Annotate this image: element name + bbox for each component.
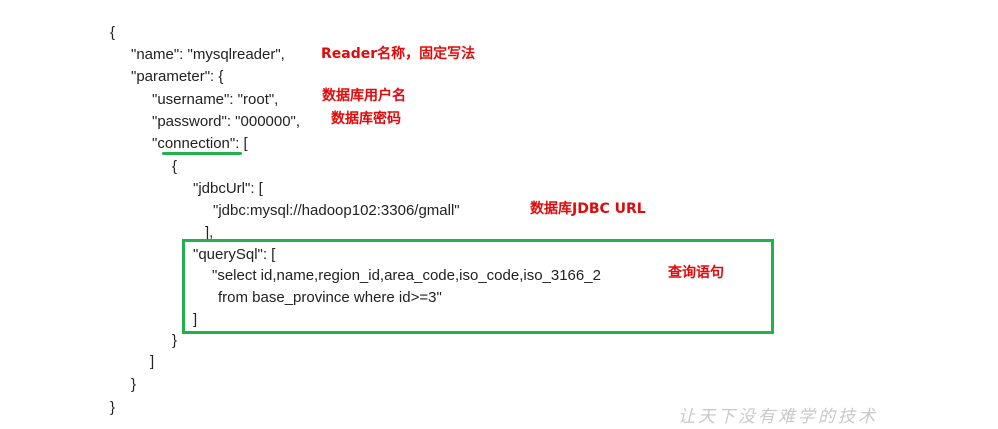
code-line-connection: "connection": [ xyxy=(152,135,248,152)
code-line-username: "username": "root", xyxy=(152,91,279,108)
watermark-text: 让天下没有难学的技术 xyxy=(678,407,878,427)
annotation-reader-name: Reader名称，固定写法 xyxy=(321,46,476,62)
code-line-name: "name": "mysqlreader", xyxy=(131,46,285,63)
code-line-parameter-close: } xyxy=(131,376,137,393)
connection-underline xyxy=(162,152,242,155)
querysql-highlight-box xyxy=(182,239,774,334)
code-line-connection-item-close: } xyxy=(172,332,178,349)
code-line-parameter: "parameter": { xyxy=(131,68,224,85)
code-line-open-brace: { xyxy=(110,24,116,41)
annotation-db-jdbc-url: 数据库JDBC URL xyxy=(530,201,646,217)
code-line-password: "password": "000000", xyxy=(152,113,301,130)
code-line-connection-close: ] xyxy=(150,353,155,370)
code-line-jdbcurl: "jdbcUrl": [ xyxy=(193,180,263,197)
annotation-db-user: 数据库用户名 xyxy=(322,88,406,104)
annotation-db-password: 数据库密码 xyxy=(331,111,401,127)
code-line-connection-open: { xyxy=(172,158,178,175)
code-line-jdbcurl-value: "jdbc:mysql://hadoop102:3306/gmall" xyxy=(213,202,460,219)
code-line-close-brace: } xyxy=(110,399,116,416)
